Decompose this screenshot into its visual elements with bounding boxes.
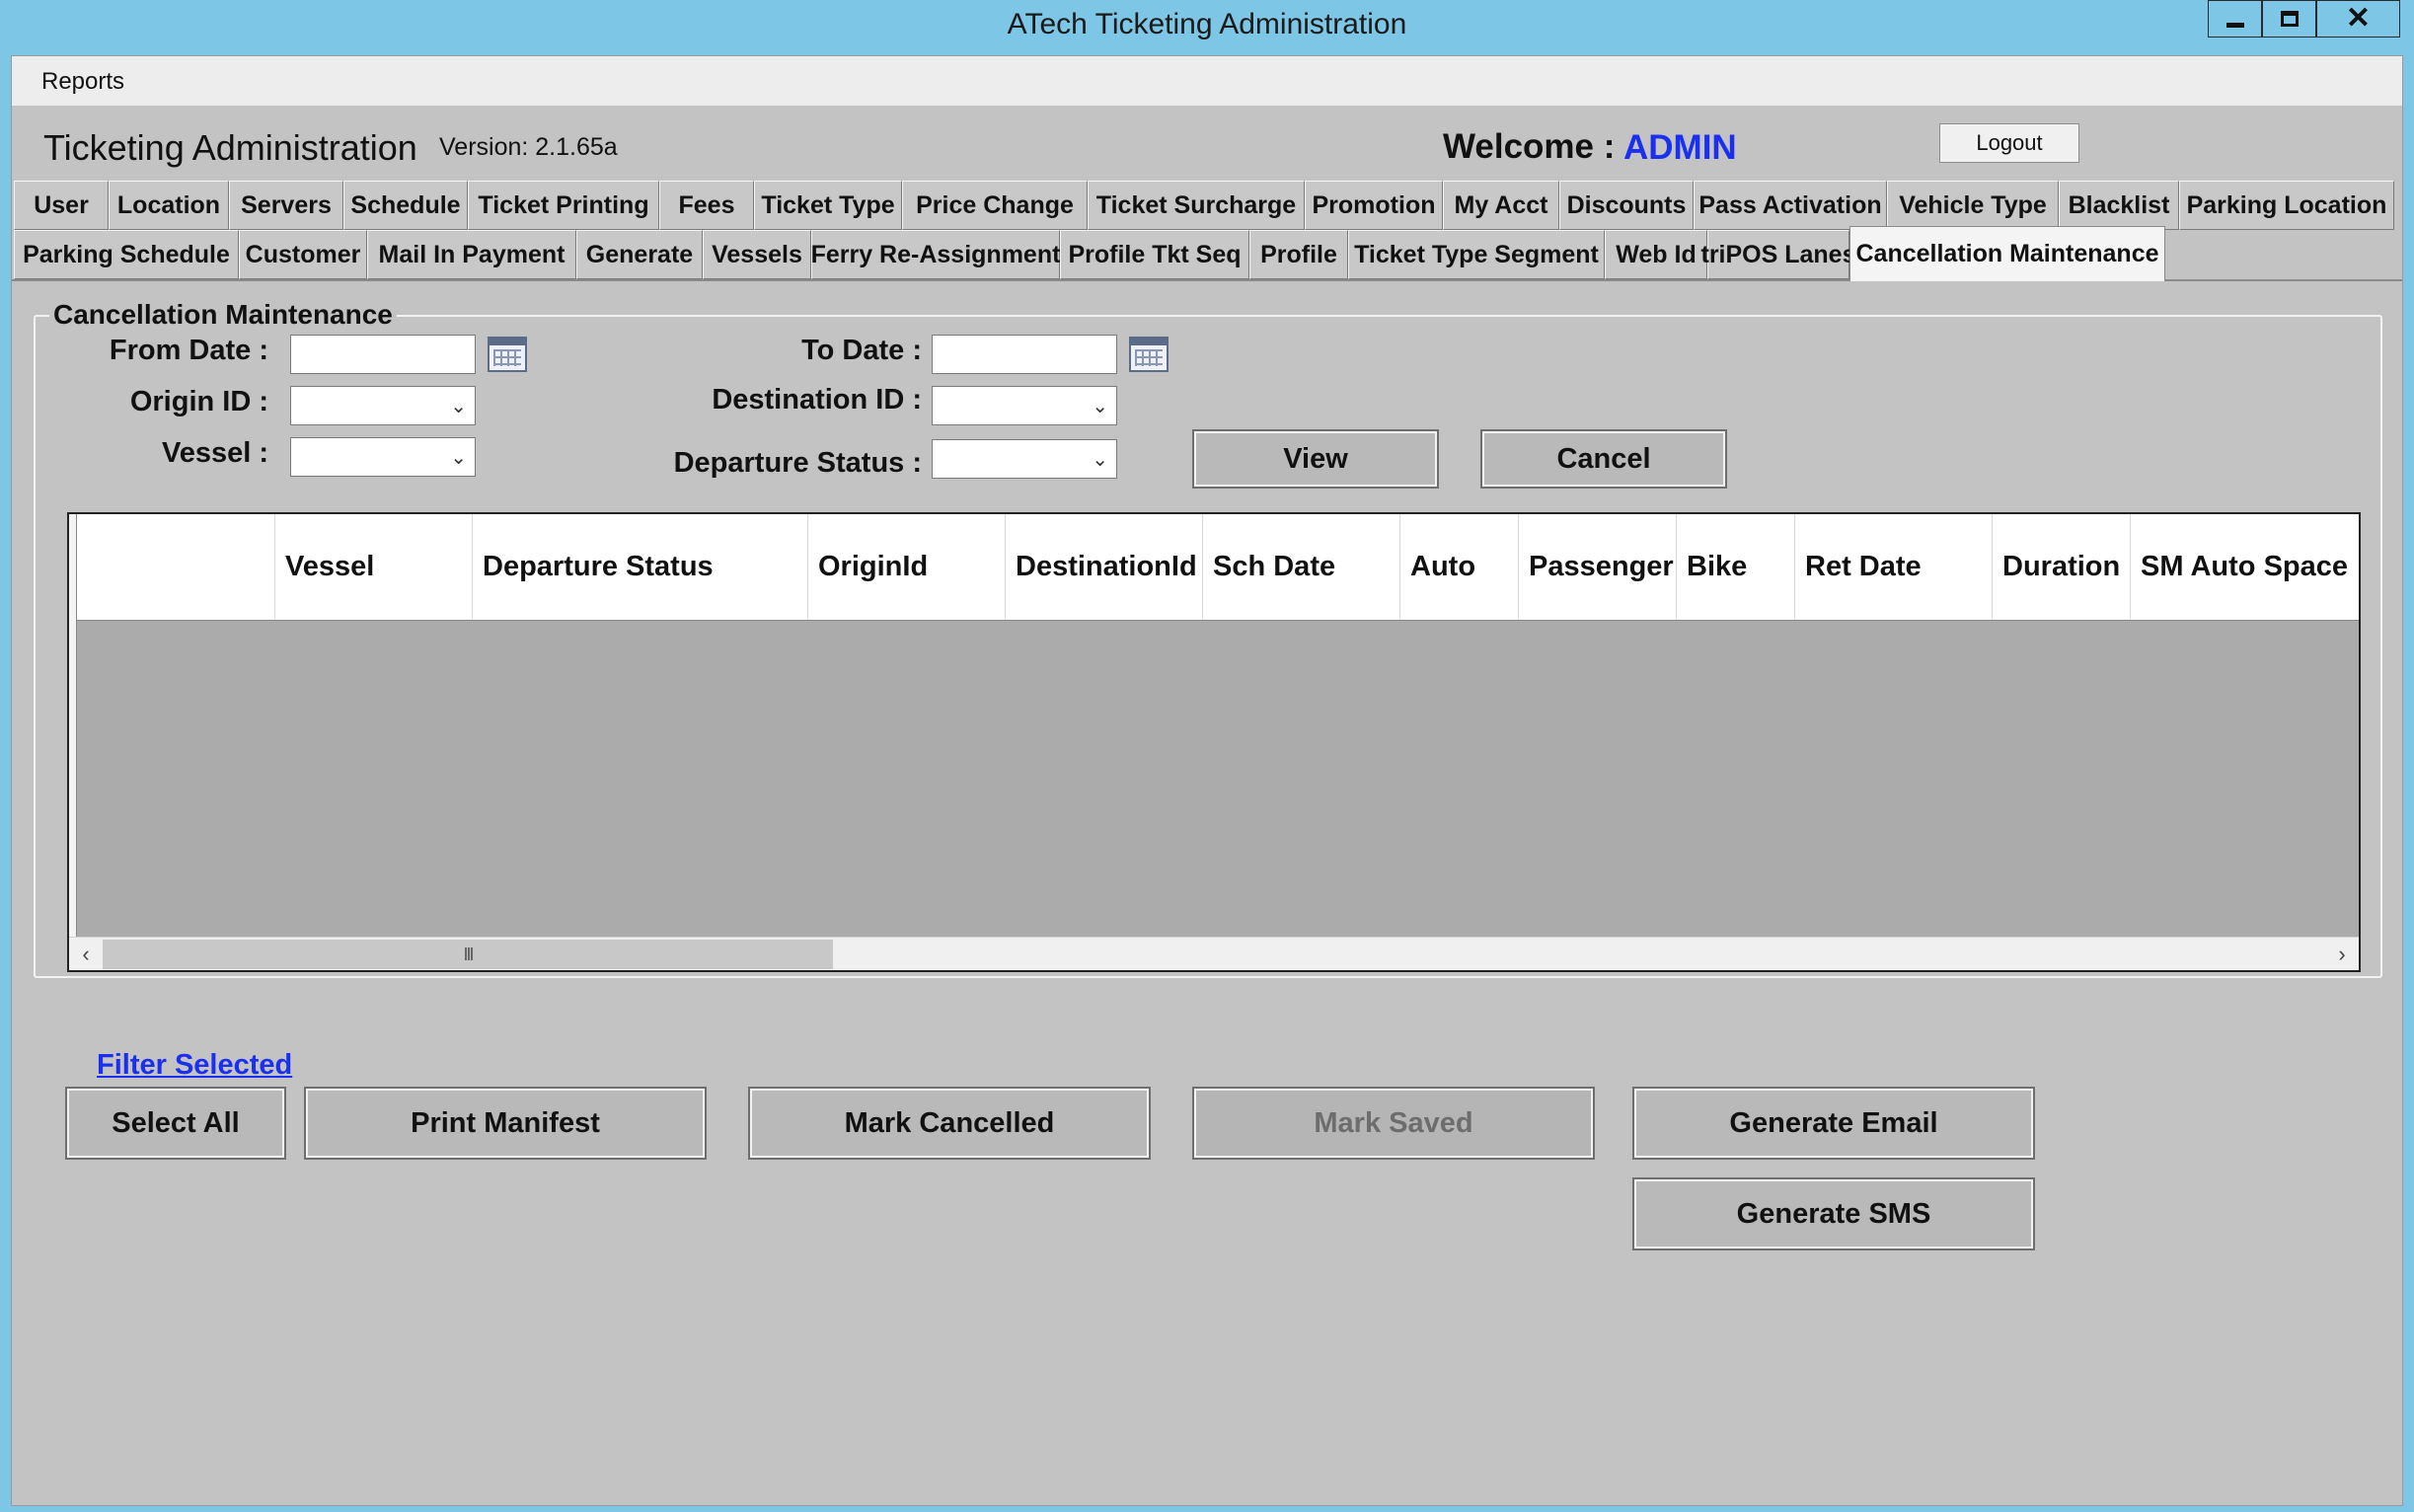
tab-generate[interactable]: Generate <box>576 230 703 279</box>
vessel-label: Vessel : <box>161 437 268 469</box>
to-date-calendar-icon[interactable] <box>1127 335 1170 374</box>
chevron-down-icon: ⌄ <box>1092 448 1108 471</box>
chevron-down-icon: ⌄ <box>1092 395 1108 417</box>
window-title: ATech Ticketing Administration <box>1007 8 1407 40</box>
from-date-calendar-icon[interactable] <box>486 335 529 374</box>
tab-ferry-re-assignment[interactable]: Ferry Re-Assignment <box>811 230 1060 279</box>
column-header-auto[interactable]: Auto <box>1399 514 1518 619</box>
column-header-bike[interactable]: Bike <box>1676 514 1794 619</box>
close-button[interactable]: ✕ <box>2316 0 2400 38</box>
tab-vessels[interactable]: Vessels <box>703 230 811 279</box>
tab-fees[interactable]: Fees <box>659 181 754 230</box>
destination-id-label: Destination ID : <box>712 384 922 416</box>
tab-pass-activation[interactable]: Pass Activation <box>1694 181 1887 230</box>
minimize-icon <box>2225 22 2244 28</box>
logout-button[interactable]: Logout <box>1939 123 2079 163</box>
select-all-button[interactable]: Select All <box>65 1087 286 1160</box>
cancel-button[interactable]: Cancel <box>1480 429 1727 489</box>
tab-vehicle-type[interactable]: Vehicle Type <box>1887 181 2059 230</box>
version-label: Version: 2.1.65a <box>439 133 618 161</box>
tab-discounts[interactable]: Discounts <box>1559 181 1694 230</box>
tab-ticket-type-segment[interactable]: Ticket Type Segment <box>1348 230 1605 279</box>
row-header-column <box>69 514 77 970</box>
mark-saved-button[interactable]: Mark Saved <box>1192 1087 1595 1160</box>
column-header-select[interactable] <box>77 514 274 619</box>
from-date-input[interactable] <box>290 335 476 374</box>
tab-row-2: Parking Schedule Customer Mail In Paymen… <box>12 226 2402 281</box>
tab-servers[interactable]: Servers <box>229 181 343 230</box>
tab-tripos-lanes[interactable]: triPOS Lanes <box>1701 230 1856 279</box>
maximize-icon <box>2280 11 2299 27</box>
vessel-select[interactable]: ⌄ <box>290 437 476 477</box>
generate-email-button[interactable]: Generate Email <box>1632 1087 2035 1160</box>
grid-header: Vessel Departure Status OriginId Destina… <box>77 514 2359 621</box>
origin-id-select[interactable]: ⌄ <box>290 386 476 425</box>
to-date-input[interactable] <box>932 335 1117 374</box>
chevron-down-icon: ⌄ <box>450 395 467 417</box>
column-header-passenger[interactable]: Passenger <box>1518 514 1676 619</box>
tab-profile-tkt-seq[interactable]: Profile Tkt Seq <box>1060 230 1249 279</box>
column-header-sm-auto-space[interactable]: SM Auto Space <box>2130 514 2361 619</box>
filter-selected-link[interactable]: Filter Selected <box>97 1049 292 1082</box>
tab-price-change[interactable]: Price Change <box>902 181 1088 230</box>
tab-parking-location[interactable]: Parking Location <box>2179 181 2394 230</box>
column-header-sch-date[interactable]: Sch Date <box>1202 514 1399 619</box>
menu-reports[interactable]: Reports <box>41 68 124 96</box>
chevron-down-icon: ⌄ <box>450 446 467 469</box>
from-date-label: From Date : <box>109 335 268 366</box>
departure-status-select[interactable]: ⌄ <box>932 439 1117 479</box>
tab-mail-in-payment[interactable]: Mail In Payment <box>367 230 576 279</box>
departure-status-label: Departure Status : <box>673 447 922 479</box>
cancellation-grid[interactable]: Vessel Departure Status OriginId Destina… <box>67 512 2361 972</box>
destination-id-select[interactable]: ⌄ <box>932 386 1117 425</box>
tab-schedule[interactable]: Schedule <box>343 181 468 230</box>
title-bar: ATech Ticketing Administration ✕ <box>0 0 2414 55</box>
tab-promotion[interactable]: Promotion <box>1305 181 1443 230</box>
maximize-button[interactable] <box>2262 0 2316 38</box>
scroll-right-icon[interactable]: › <box>2325 938 2359 971</box>
app-title: Ticketing Administration <box>43 127 417 168</box>
horizontal-scrollbar[interactable]: ‹ III › <box>69 937 2359 970</box>
column-header-duration[interactable]: Duration <box>1992 514 2130 619</box>
menu-bar: Reports <box>12 56 2402 106</box>
tab-my-acct[interactable]: My Acct <box>1443 181 1559 230</box>
close-icon: ✕ <box>2345 2 2372 35</box>
scroll-left-icon[interactable]: ‹ <box>69 938 103 971</box>
tab-parking-schedule[interactable]: Parking Schedule <box>14 230 239 279</box>
to-date-label: To Date : <box>801 335 922 366</box>
tab-location[interactable]: Location <box>109 181 229 230</box>
column-header-ret-date[interactable]: Ret Date <box>1794 514 1992 619</box>
mark-cancelled-button[interactable]: Mark Cancelled <box>748 1087 1151 1160</box>
app-window: Reports Ticketing Administration Version… <box>11 55 2403 1506</box>
tab-web-id[interactable]: Web Id <box>1605 230 1707 279</box>
origin-id-label: Origin ID : <box>129 386 268 417</box>
view-button[interactable]: View <box>1192 429 1439 489</box>
user-name: ADMIN <box>1623 128 1737 167</box>
welcome-label: Welcome : <box>1443 127 1616 166</box>
tab-ticket-type[interactable]: Ticket Type <box>754 181 902 230</box>
print-manifest-button[interactable]: Print Manifest <box>304 1087 707 1160</box>
minimize-button[interactable] <box>2208 0 2262 38</box>
tab-row-1: User Location Servers Schedule Ticket Pr… <box>12 181 2402 230</box>
tab-ticket-surcharge[interactable]: Ticket Surcharge <box>1088 181 1305 230</box>
groupbox-title: Cancellation Maintenance <box>49 299 397 331</box>
column-header-departure-status[interactable]: Departure Status <box>472 514 807 619</box>
tab-customer[interactable]: Customer <box>239 230 367 279</box>
tab-ticket-printing[interactable]: Ticket Printing <box>468 181 659 230</box>
column-header-origin-id[interactable]: OriginId <box>807 514 1005 619</box>
tab-cancellation-maintenance[interactable]: Cancellation Maintenance <box>1849 226 2165 281</box>
tab-blacklist[interactable]: Blacklist <box>2059 181 2179 230</box>
scroll-thumb[interactable]: III <box>103 940 833 969</box>
tab-profile[interactable]: Profile <box>1249 230 1348 279</box>
generate-sms-button[interactable]: Generate SMS <box>1632 1177 2035 1250</box>
tab-user[interactable]: User <box>14 181 109 230</box>
column-header-destination-id[interactable]: DestinationId <box>1005 514 1202 619</box>
column-header-vessel[interactable]: Vessel <box>274 514 472 619</box>
